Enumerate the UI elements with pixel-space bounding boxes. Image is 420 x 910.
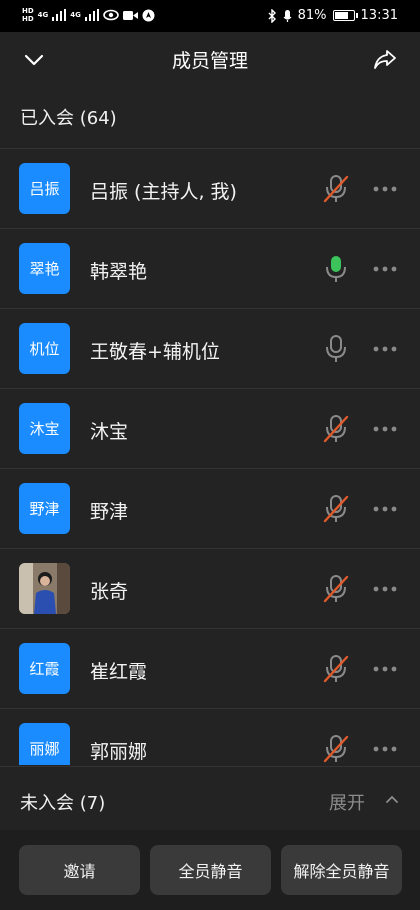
location-icon	[142, 9, 155, 21]
joined-section-title: 已入会 (64)	[20, 108, 117, 129]
member-name: 崔红霞	[90, 661, 148, 683]
header: 成员管理	[0, 32, 420, 86]
avatar: 红霞	[19, 643, 70, 694]
mic-muted-icon[interactable]	[322, 173, 350, 205]
member-name: 郭丽娜	[90, 741, 148, 763]
member-name: 王敬春+辅机位	[90, 341, 220, 363]
member-row[interactable]: 丽娜 郭丽娜	[0, 708, 420, 765]
member-list[interactable]: 吕振 吕振 (主持人, 我) 翠艳 韩翠艳 机位 王敬春+辅机位 沐宝 沐宝 野…	[0, 148, 420, 765]
avatar: 野津	[19, 483, 70, 534]
lte-badge: 4G	[37, 11, 49, 19]
lte-badge-2: 4G	[70, 11, 81, 19]
hd-badge: HD	[22, 7, 34, 15]
share-icon[interactable]	[372, 46, 398, 72]
clock: 13:31	[360, 8, 398, 23]
member-name: 吕振 (主持人, 我)	[90, 181, 237, 203]
network-badges: HD HD	[22, 7, 34, 23]
member-name: 张奇	[90, 581, 129, 603]
member-row[interactable]: 吕振 吕振 (主持人, 我)	[0, 148, 420, 228]
mic-icon[interactable]	[322, 333, 350, 365]
avatar: 丽娜	[19, 723, 70, 765]
eye-icon	[103, 9, 119, 21]
member-row[interactable]: 机位 王敬春+辅机位	[0, 308, 420, 388]
chevron-up-icon[interactable]	[384, 791, 400, 807]
vibrate-icon	[283, 9, 292, 22]
member-row[interactable]: 翠艳 韩翠艳	[0, 228, 420, 308]
more-icon[interactable]	[372, 740, 398, 758]
more-icon[interactable]	[372, 660, 398, 678]
status-right: 81% 13:31	[268, 8, 398, 23]
avatar: 翠艳	[19, 243, 70, 294]
more-icon[interactable]	[372, 340, 398, 358]
avatar: 吕振	[19, 163, 70, 214]
member-row[interactable]: 红霞 崔红霞	[0, 628, 420, 708]
hd-badge-2: HD	[22, 15, 34, 23]
more-icon[interactable]	[372, 260, 398, 278]
member-row[interactable]: 沐宝 沐宝	[0, 388, 420, 468]
bottom-toolbar: 邀请 全员静音 解除全员静音	[0, 830, 420, 910]
member-name: 沐宝	[90, 421, 129, 443]
signal-icon-2	[84, 9, 99, 21]
expand-button[interactable]: 展开	[329, 789, 365, 815]
mic-active-icon[interactable]	[322, 253, 350, 285]
mic-muted-icon[interactable]	[322, 573, 350, 605]
member-row[interactable]: 张奇	[0, 548, 420, 628]
signal-icon	[52, 9, 67, 21]
avatar: 机位	[19, 323, 70, 374]
more-icon[interactable]	[372, 180, 398, 198]
status-left: HD HD 4G 4G	[22, 7, 155, 23]
more-icon[interactable]	[372, 500, 398, 518]
mute-all-button[interactable]: 全员静音	[150, 845, 271, 895]
mic-muted-icon[interactable]	[322, 733, 350, 765]
status-bar: HD HD 4G 4G 81% 13:31	[0, 0, 420, 32]
more-icon[interactable]	[372, 420, 398, 438]
battery-percent: 81%	[297, 8, 327, 23]
battery-fill	[334, 12, 349, 19]
video-icon	[122, 10, 138, 20]
member-name: 韩翠艳	[90, 261, 148, 283]
not-joined-section[interactable]: 未入会 (7) 展开	[0, 766, 420, 830]
member-name: 野津	[90, 501, 129, 523]
battery-icon	[332, 10, 358, 21]
mic-muted-icon[interactable]	[322, 413, 350, 445]
avatar: 沐宝	[19, 403, 70, 454]
mic-muted-icon[interactable]	[322, 653, 350, 685]
not-joined-title: 未入会 (7)	[20, 793, 106, 814]
avatar	[19, 563, 70, 614]
bluetooth-icon	[268, 8, 276, 23]
more-icon[interactable]	[372, 580, 398, 598]
member-row[interactable]: 野津 野津	[0, 468, 420, 548]
mic-muted-icon[interactable]	[322, 493, 350, 525]
invite-button[interactable]: 邀请	[19, 845, 140, 895]
unmute-all-button[interactable]: 解除全员静音	[281, 845, 402, 895]
page-title: 成员管理	[171, 50, 248, 72]
